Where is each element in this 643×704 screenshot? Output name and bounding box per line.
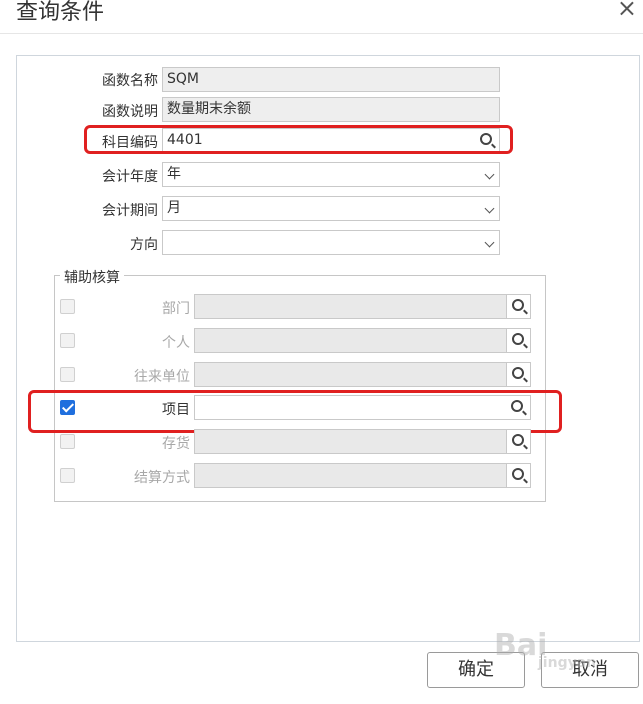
search-icon xyxy=(512,468,524,480)
dialog-titlebar: 查询条件 × xyxy=(0,0,643,34)
aux-checkbox-department[interactable] xyxy=(60,299,75,314)
close-icon[interactable]: × xyxy=(617,0,637,22)
aux-input-department xyxy=(194,294,531,319)
aux-input-inventory xyxy=(194,429,531,454)
aux-label-person: 个人 xyxy=(162,335,190,351)
aux-checkbox-person[interactable] xyxy=(60,333,75,348)
chevron-down-icon xyxy=(484,169,495,180)
function-desc-label: 函数说明 xyxy=(102,104,158,120)
search-icon xyxy=(512,367,524,379)
function-desc-value: 数量期末余额 xyxy=(167,101,251,117)
aux-checkbox-partner[interactable] xyxy=(60,367,75,382)
fiscal-year-value: 年 xyxy=(167,166,181,182)
cancel-button[interactable]: 取消 xyxy=(541,652,639,688)
fiscal-period-value: 月 xyxy=(167,200,181,216)
highlight-project-row xyxy=(28,390,562,433)
chevron-down-icon xyxy=(484,237,495,248)
aux-label-settlement: 结算方式 xyxy=(134,470,190,486)
ok-button[interactable]: 确定 xyxy=(427,652,525,688)
aux-search-person-button[interactable] xyxy=(506,329,530,352)
search-icon xyxy=(512,434,524,446)
aux-label-partner: 往来单位 xyxy=(134,369,190,385)
fiscal-year-select[interactable]: 年 xyxy=(162,162,500,187)
aux-input-partner xyxy=(194,362,531,387)
direction-label: 方向 xyxy=(130,237,158,253)
aux-label-department: 部门 xyxy=(162,301,190,317)
aux-checkbox-settlement[interactable] xyxy=(60,468,75,483)
aux-label-inventory: 存货 xyxy=(162,436,190,452)
function-desc-field: 数量期末余额 xyxy=(162,97,500,122)
aux-accounting-legend: 辅助核算 xyxy=(60,267,124,287)
function-name-field: SQM xyxy=(162,67,500,92)
fiscal-period-label: 会计期间 xyxy=(102,203,158,219)
fiscal-period-select[interactable]: 月 xyxy=(162,196,500,221)
dialog-title: 查询条件 xyxy=(16,0,105,25)
fiscal-year-label: 会计年度 xyxy=(102,169,158,185)
aux-search-department-button[interactable] xyxy=(506,295,530,318)
aux-search-settlement-button[interactable] xyxy=(506,464,530,487)
direction-select[interactable] xyxy=(162,230,500,255)
aux-search-inventory-button[interactable] xyxy=(506,430,530,453)
function-name-value: SQM xyxy=(167,71,199,87)
chevron-down-icon xyxy=(484,203,495,214)
search-icon xyxy=(512,333,524,345)
aux-input-person xyxy=(194,328,531,353)
aux-checkbox-inventory[interactable] xyxy=(60,434,75,449)
aux-search-partner-button[interactable] xyxy=(506,363,530,386)
search-icon xyxy=(512,299,524,311)
function-name-label: 函数名称 xyxy=(102,73,158,89)
aux-input-settlement xyxy=(194,463,531,488)
highlight-account-code xyxy=(84,125,513,154)
